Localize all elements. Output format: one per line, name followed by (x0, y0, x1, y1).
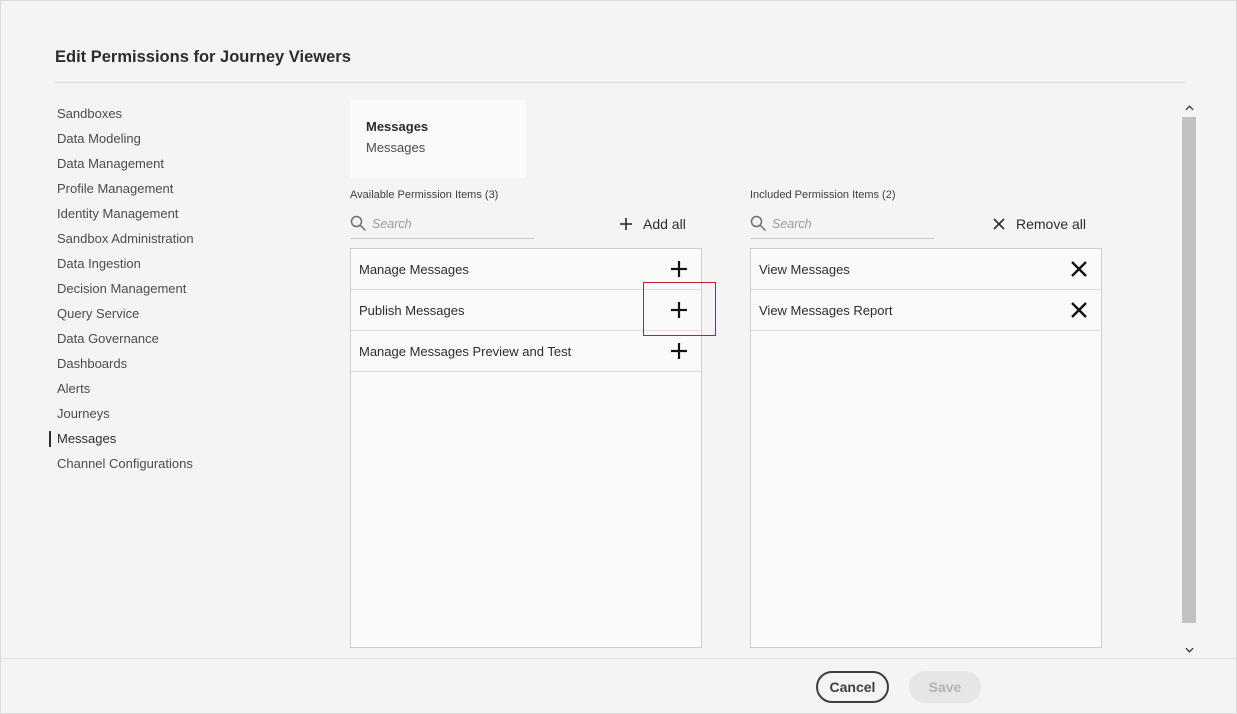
scroll-up-arrow[interactable] (1181, 101, 1197, 115)
footer-divider (1, 658, 1237, 659)
close-icon (993, 218, 1005, 230)
category-card-title: Messages (366, 119, 429, 134)
remove-item-button[interactable] (1069, 259, 1089, 279)
chevron-down-icon (1184, 647, 1194, 653)
nav-item-channel-configurations[interactable]: Channel Configurations (49, 451, 289, 476)
nav-item-dashboards[interactable]: Dashboards (49, 351, 289, 376)
save-button[interactable]: Save (909, 671, 981, 703)
dialog-title: Edit Permissions for Journey Viewers (55, 48, 351, 66)
nav-item-messages[interactable]: Messages (49, 426, 289, 451)
add-item-button[interactable] (669, 259, 689, 279)
cancel-button[interactable]: Cancel (816, 671, 889, 703)
available-items-label: Available Permission Items (3) (350, 189, 499, 201)
nav-item-data-management[interactable]: Data Management (49, 151, 289, 176)
permission-item-label: Manage Messages Preview and Test (359, 343, 572, 359)
nav-item-sandbox-administration[interactable]: Sandbox Administration (49, 226, 289, 251)
included-search-input[interactable] (772, 213, 922, 235)
permission-item-label: Manage Messages (359, 261, 469, 277)
available-search (350, 209, 534, 239)
remove-all-button[interactable]: Remove all (992, 213, 1086, 235)
nav-item-query-service[interactable]: Query Service (49, 301, 289, 326)
nav-item-data-ingestion[interactable]: Data Ingestion (49, 251, 289, 276)
category-card-subtitle: Messages (366, 140, 426, 155)
nav-item-journeys[interactable]: Journeys (49, 401, 289, 426)
category-card: Messages Messages (350, 100, 526, 178)
available-search-input[interactable] (372, 213, 522, 235)
chevron-up-icon (1184, 105, 1194, 111)
search-icon (750, 215, 766, 231)
plus-icon (671, 343, 687, 359)
category-nav: Sandboxes Data Modeling Data Management … (49, 101, 289, 476)
permission-item-label: Publish Messages (359, 302, 465, 318)
list-item: View Messages Report (751, 290, 1101, 331)
remove-item-button[interactable] (1069, 300, 1089, 320)
included-search (750, 209, 934, 239)
remove-all-label: Remove all (1016, 216, 1087, 232)
scrollbar-thumb[interactable] (1182, 117, 1196, 623)
nav-item-data-governance[interactable]: Data Governance (49, 326, 289, 351)
title-divider (55, 82, 1185, 83)
nav-item-data-modeling[interactable]: Data Modeling (49, 126, 289, 151)
permission-item-label: View Messages (759, 261, 850, 277)
close-icon (1071, 302, 1087, 318)
add-all-button[interactable]: Add all (619, 213, 686, 235)
permission-item-label: View Messages Report (759, 302, 893, 318)
add-item-button[interactable] (669, 341, 689, 361)
close-icon (1071, 261, 1087, 277)
add-all-label: Add all (643, 216, 686, 232)
included-items-label: Included Permission Items (2) (750, 189, 896, 201)
nav-item-profile-management[interactable]: Profile Management (49, 176, 289, 201)
nav-item-alerts[interactable]: Alerts (49, 376, 289, 401)
plus-icon (620, 218, 632, 230)
list-item: View Messages (751, 249, 1101, 290)
plus-icon (671, 261, 687, 277)
search-icon (350, 215, 366, 231)
nav-item-identity-management[interactable]: Identity Management (49, 201, 289, 226)
included-items-list: View Messages View Messages Report (750, 248, 1102, 648)
nav-item-decision-management[interactable]: Decision Management (49, 276, 289, 301)
vertical-scrollbar[interactable] (1181, 101, 1197, 657)
nav-item-sandboxes[interactable]: Sandboxes (49, 101, 289, 126)
edit-permissions-dialog: Edit Permissions for Journey Viewers San… (0, 0, 1237, 714)
list-item: Manage Messages Preview and Test (351, 331, 701, 372)
scroll-down-arrow[interactable] (1181, 643, 1197, 657)
highlight-box (643, 282, 716, 336)
